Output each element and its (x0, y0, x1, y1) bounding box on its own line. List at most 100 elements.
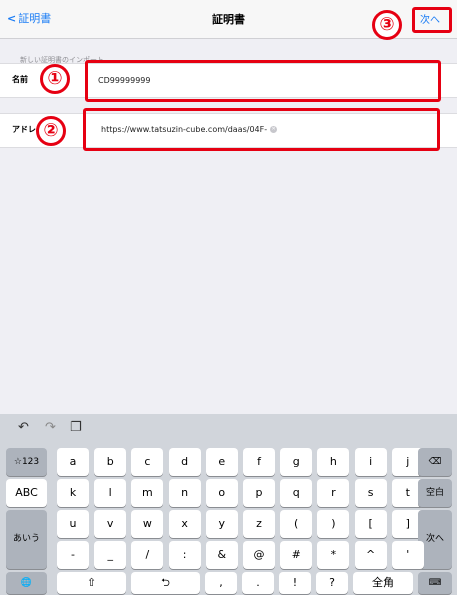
key-r2-7-label: r (331, 486, 336, 499)
key-r4-1[interactable]: _ (94, 541, 127, 569)
key-r4-9[interactable]: ' (391, 541, 424, 569)
key-r4-7[interactable]: * (317, 541, 350, 569)
key-0[interactable]: a (57, 448, 89, 476)
key-r4-6-label: # (291, 548, 301, 561)
key-r2-8[interactable]: s (354, 479, 387, 507)
key-r4-9-label: ' (406, 548, 410, 561)
key-numbers-symbols[interactable]: ☆123 (6, 448, 47, 476)
key-r4-2[interactable]: / (131, 541, 164, 569)
shift-icon[interactable]: ⇧ (57, 572, 126, 594)
key-r3-6[interactable]: ( (280, 510, 313, 538)
globe-icon-label: 🌐 (20, 578, 33, 588)
key-comma-label: , (219, 576, 223, 589)
key-space[interactable]: 空白 (418, 479, 452, 507)
key-r4-1-label: _ (107, 548, 113, 561)
key-r2-2[interactable]: m (131, 479, 164, 507)
key-r3-8-label: [ (368, 517, 373, 530)
shift-icon-label: ⇧ (86, 576, 97, 589)
key-3-label: d (181, 455, 189, 468)
key-r2-4-label: o (218, 486, 226, 499)
key-r4-8[interactable]: ^ (354, 541, 387, 569)
key-r4-2-label: / (145, 548, 150, 561)
key-r4-5-label: @ (253, 548, 265, 561)
keyboard-dismiss-icon[interactable]: ⌨ (418, 572, 452, 594)
key-r4-6[interactable]: # (280, 541, 313, 569)
key-question[interactable]: ? (316, 572, 348, 594)
key-2-label: c (144, 455, 151, 468)
key-r3-5-label: z (256, 517, 262, 530)
undo-icon[interactable]: ↶ (18, 420, 29, 435)
keyboard-dismiss-icon-label: ⌨ (428, 578, 442, 588)
key-r2-6[interactable]: q (280, 479, 313, 507)
key-r3-8[interactable]: [ (354, 510, 387, 538)
key-r3-2[interactable]: w (131, 510, 164, 538)
key-r2-5-label: p (255, 486, 263, 499)
key-r2-3-label: n (181, 486, 189, 499)
key-r3-1[interactable]: v (94, 510, 127, 538)
key-r4-3[interactable]: : (168, 541, 201, 569)
key-r4-4[interactable]: & (205, 541, 238, 569)
keyboard-toolbar: ↶ ↷ ❐ (0, 414, 457, 442)
key-r4-5[interactable]: @ (243, 541, 275, 569)
key-hiragana[interactable]: あいう (6, 510, 47, 569)
key-2[interactable]: c (131, 448, 164, 476)
key-r3-6-label: ( (294, 517, 299, 530)
key-r2-2-label: m (142, 486, 153, 499)
key-r3-3-label: x (181, 517, 188, 530)
software-keyboard: ↶ ↷ ❐ ☆123 a b c d e f g h i j ⌫ ABC k l m n o p q r s t 空白 あいう u… (0, 414, 457, 595)
key-abc[interactable]: ABC (6, 479, 47, 507)
annotation-box-name (85, 60, 441, 102)
key-r3-2-label: w (142, 517, 152, 530)
key-r3-3[interactable]: x (168, 510, 201, 538)
annotation-box-next (412, 7, 452, 33)
redo-icon[interactable]: ↷ (45, 420, 56, 435)
globe-icon[interactable]: 🌐 (6, 572, 47, 594)
annotation-marker-1: ① (40, 64, 70, 94)
key-comma[interactable]: , (205, 572, 237, 594)
key-r3-5[interactable]: z (243, 510, 275, 538)
key-r4-4-label: & (217, 548, 227, 561)
key-abc-label: ABC (15, 486, 38, 499)
key-r2-8-label: s (367, 486, 374, 499)
annotation-box-address (83, 108, 440, 151)
key-3[interactable]: d (168, 448, 201, 476)
key-zenkaku-label: 全角 (372, 576, 394, 589)
key-r2-0-label: k (69, 486, 77, 499)
key-r4-7-label: * (330, 548, 337, 561)
key-period-label: . (256, 576, 260, 589)
key-r3-0[interactable]: u (57, 510, 89, 538)
key-r2-3[interactable]: n (168, 479, 201, 507)
key-r4-0[interactable]: - (57, 541, 89, 569)
key-4[interactable]: e (205, 448, 238, 476)
key-8[interactable]: i (354, 448, 387, 476)
key-5[interactable]: f (243, 448, 275, 476)
key-exclaim[interactable]: ! (279, 572, 311, 594)
key-r2-5[interactable]: p (243, 479, 275, 507)
key-r4-3-label: : (182, 548, 187, 561)
key-7-label: h (329, 455, 337, 468)
key-period[interactable]: . (242, 572, 274, 594)
key-r3-7[interactable]: ) (317, 510, 350, 538)
key-r2-0[interactable]: k (57, 479, 89, 507)
key-5-label: f (257, 455, 261, 468)
key-1-label: b (106, 455, 114, 468)
key-hiragana-label: あいう (12, 534, 40, 544)
key-1[interactable]: b (94, 448, 127, 476)
key-zenkaku[interactable]: 全角 (353, 572, 413, 594)
return-icon[interactable]: ⮌ (131, 572, 200, 594)
key-6[interactable]: g (280, 448, 313, 476)
key-r2-4[interactable]: o (205, 479, 238, 507)
annotation-marker-3: ③ (372, 10, 402, 40)
key-r3-4-label: y (218, 517, 226, 530)
key-r2-1[interactable]: l (94, 479, 127, 507)
key-0-label: a (69, 455, 77, 468)
key-r2-6-label: q (292, 486, 300, 499)
key-r4-0-label: - (71, 548, 75, 561)
key-exclaim-label: ! (292, 576, 298, 589)
backspace-icon[interactable]: ⌫ (418, 448, 452, 476)
key-r2-7[interactable]: r (317, 479, 350, 507)
key-7[interactable]: h (317, 448, 350, 476)
key-space-label: 空白 (425, 488, 444, 498)
paste-icon[interactable]: ❐ (70, 420, 82, 435)
key-r3-4[interactable]: y (205, 510, 238, 538)
